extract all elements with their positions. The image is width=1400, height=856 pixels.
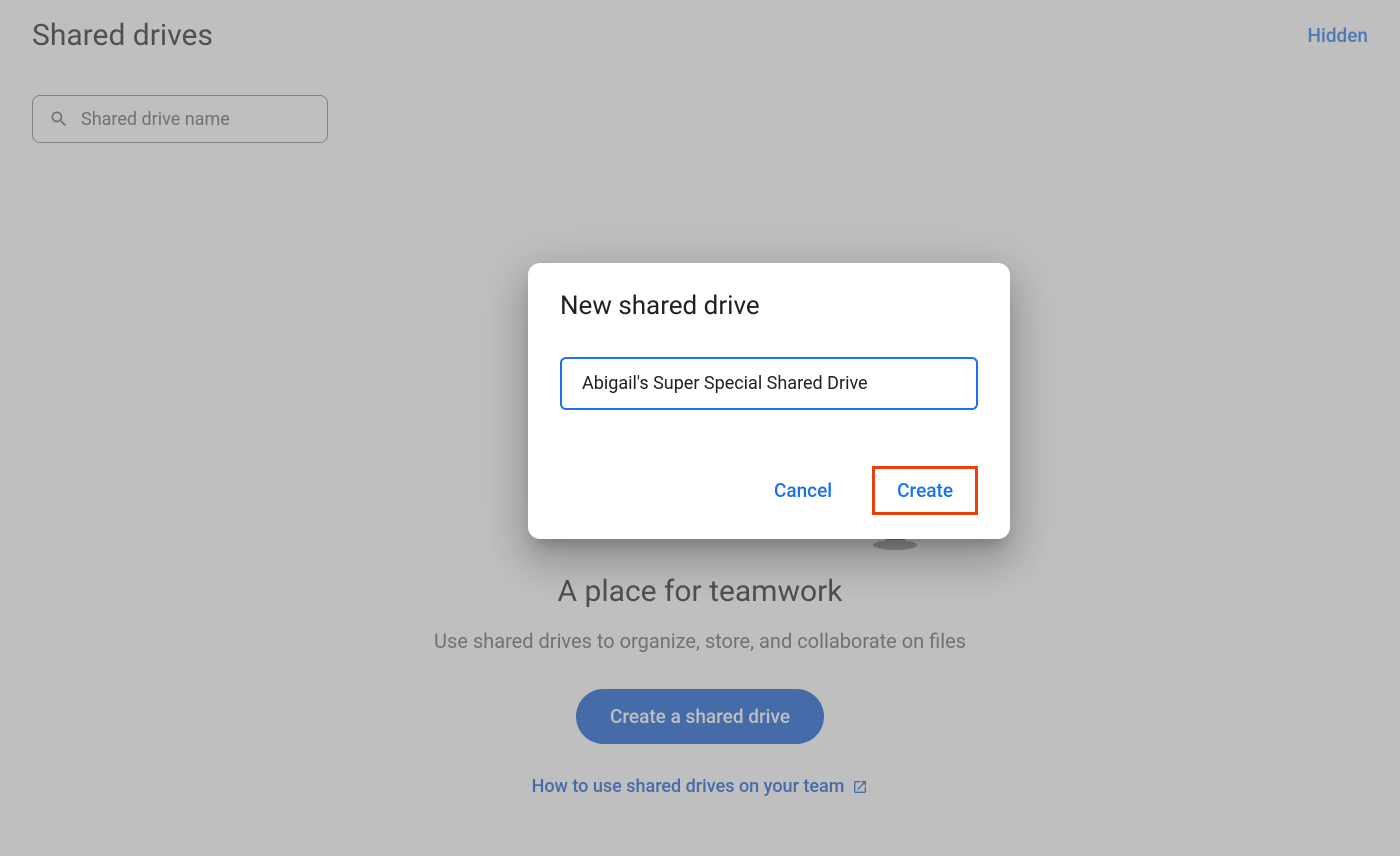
create-button[interactable]: Create [872, 466, 978, 515]
shared-drive-name-input[interactable] [560, 357, 978, 410]
cancel-button[interactable]: Cancel [758, 469, 848, 512]
new-shared-drive-dialog: New shared drive Cancel Create [528, 263, 1010, 539]
dialog-title: New shared drive [560, 291, 978, 321]
